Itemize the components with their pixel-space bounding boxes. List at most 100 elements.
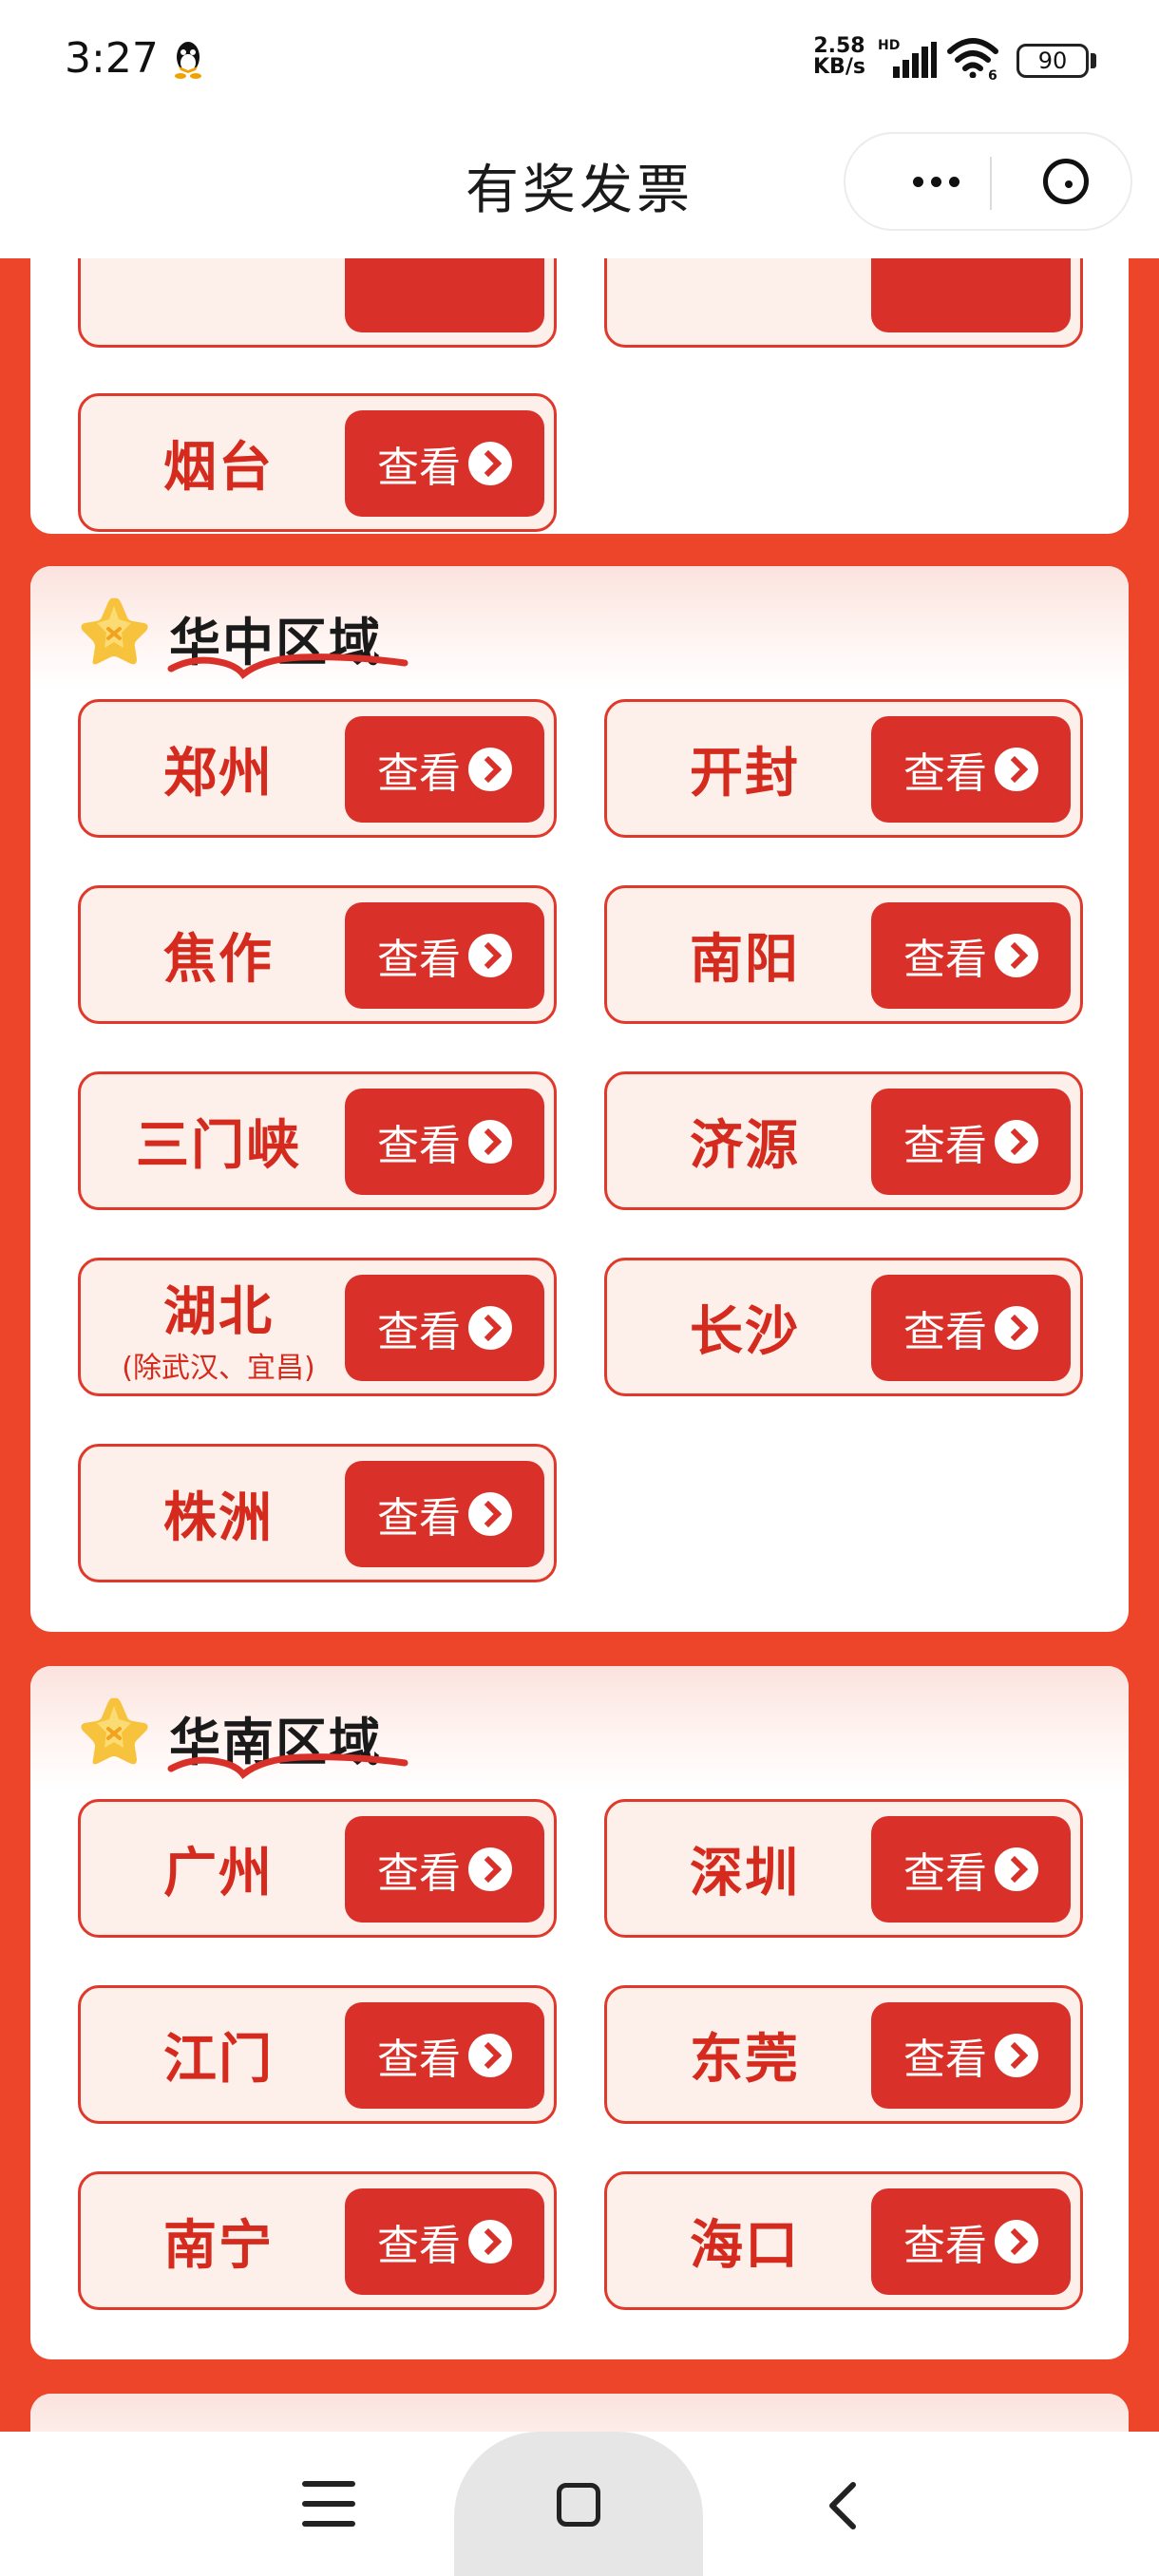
view-label: 查看 [377, 936, 461, 984]
view-button[interactable]: 查看 [345, 716, 544, 823]
more-dots-icon[interactable] [884, 134, 988, 229]
net-speed-value: 2.58 [813, 34, 865, 58]
city-button[interactable]: 南宁 查看 [78, 2171, 557, 2310]
city-name: 南阳 [690, 928, 800, 991]
view-button[interactable]: 查看 [345, 410, 544, 517]
city-button[interactable]: 烟台 查看 [78, 393, 557, 532]
net-speed-unit: KB/s [813, 55, 865, 79]
back-icon[interactable] [815, 2477, 872, 2534]
signal-icon [893, 42, 937, 78]
city-button[interactable]: 三门峡 查看 [78, 1071, 557, 1210]
view-button[interactable]: 查看 [345, 1816, 544, 1923]
chevron-right-circle-icon [468, 934, 512, 977]
chevron-right-circle-icon [995, 2220, 1038, 2263]
chevron-right-circle-icon [468, 2034, 512, 2077]
city-button[interactable]: 长沙 查看 [604, 1258, 1083, 1396]
capsule-divider [990, 157, 992, 210]
region-card-next [30, 2394, 1129, 2432]
city-name: 东莞 [690, 2028, 800, 2091]
battery-cap [1091, 53, 1096, 68]
view-button[interactable]: 查看 [345, 2002, 544, 2109]
mini-program-capsule [844, 132, 1132, 231]
view-button[interactable]: 查看 [871, 716, 1071, 823]
chevron-right-circle-icon [468, 1120, 512, 1164]
city-button[interactable]: 东莞 查看 [604, 1985, 1083, 2124]
menu-icon[interactable] [302, 2481, 355, 2527]
region-card-top: 烟台 查看 [30, 258, 1129, 534]
title-bar: 有奖发票 [0, 119, 1159, 258]
chevron-right-circle-icon [995, 748, 1038, 791]
city-name: 开封 [690, 742, 800, 805]
system-nav-bar [0, 2432, 1159, 2576]
chevron-right-circle-icon [995, 1306, 1038, 1350]
view-label: 查看 [903, 936, 987, 984]
view-button[interactable]: 查看 [871, 1816, 1071, 1923]
city-name: 江门 [163, 2028, 274, 2091]
net-speed: 2.58 KB/s [813, 36, 865, 78]
city-name: 济源 [690, 1114, 800, 1177]
view-label: 查看 [377, 444, 461, 492]
title-underline [167, 1753, 408, 1779]
star-icon [81, 1697, 148, 1765]
view-button-partial[interactable] [345, 258, 544, 332]
city-button[interactable]: 湖北 (除武汉、宜昌) 查看 [78, 1258, 557, 1396]
city-name: 湖北 (除武汉、宜昌) [122, 1280, 315, 1385]
content-area[interactable]: 烟台 查看 华中区域 郑州 查看 开封 查看 焦作 查看 南阳 查看 三门峡 查… [0, 258, 1159, 2432]
view-button[interactable]: 查看 [345, 902, 544, 1009]
view-button[interactable]: 查看 [871, 1275, 1071, 1381]
city-button[interactable]: 深圳 查看 [604, 1799, 1083, 1938]
view-button[interactable]: 查看 [871, 2002, 1071, 2109]
city-button[interactable]: 江门 查看 [78, 1985, 557, 2124]
view-label: 查看 [903, 1122, 987, 1170]
battery-icon: 90 [1016, 44, 1089, 78]
chevron-right-circle-icon [995, 1120, 1038, 1164]
view-label: 查看 [377, 1494, 461, 1543]
title-underline [167, 653, 408, 679]
star-icon [81, 597, 148, 665]
battery-level: 90 [1037, 47, 1068, 74]
view-label: 查看 [377, 2036, 461, 2084]
chevron-right-circle-icon [468, 442, 512, 485]
city-button[interactable]: 济源 查看 [604, 1071, 1083, 1210]
city-button[interactable]: 开封 查看 [604, 699, 1083, 838]
city-name: 三门峡 [136, 1114, 301, 1177]
view-button[interactable]: 查看 [345, 1275, 544, 1381]
view-label: 查看 [903, 2036, 987, 2084]
view-button[interactable]: 查看 [871, 2188, 1071, 2295]
region-card-central: 华中区域 郑州 查看 开封 查看 焦作 查看 南阳 查看 三门峡 查看 济源 查… [30, 566, 1129, 1632]
city-button-partial[interactable] [604, 258, 1083, 348]
city-name: 海口 [690, 2214, 800, 2277]
region-card-south: 华南区域 广州 查看 深圳 查看 江门 查看 东莞 查看 南宁 查看 海口 查看 [30, 1666, 1129, 2359]
view-button[interactable]: 查看 [345, 2188, 544, 2295]
city-name: 深圳 [690, 1842, 800, 1904]
city-button[interactable]: 广州 查看 [78, 1799, 557, 1938]
city-button[interactable]: 南阳 查看 [604, 885, 1083, 1024]
city-name: 南宁 [163, 2214, 274, 2277]
view-button[interactable]: 查看 [345, 1461, 544, 1567]
view-button[interactable]: 查看 [345, 1089, 544, 1195]
chevron-right-circle-icon [995, 2034, 1038, 2077]
status-bar: 3:27 2.58 KB/s HD 6 90 [0, 0, 1159, 119]
city-name: 焦作 [163, 928, 274, 991]
city-button[interactable]: 株洲 查看 [78, 1444, 557, 1582]
chevron-right-circle-icon [468, 1306, 512, 1350]
view-label: 查看 [903, 749, 987, 798]
close-circle-icon[interactable] [1043, 159, 1089, 204]
city-button[interactable]: 焦作 查看 [78, 885, 557, 1024]
wifi-sub-label: 6 [988, 68, 998, 84]
view-label: 查看 [903, 1849, 987, 1898]
city-button[interactable]: 郑州 查看 [78, 699, 557, 838]
view-button-partial[interactable] [871, 258, 1071, 332]
view-label: 查看 [377, 1122, 461, 1170]
city-button-partial[interactable] [78, 258, 557, 348]
chevron-right-circle-icon [468, 1847, 512, 1891]
view-label: 查看 [377, 1849, 461, 1898]
chevron-right-circle-icon [468, 2220, 512, 2263]
city-button[interactable]: 海口 查看 [604, 2171, 1083, 2310]
view-button[interactable]: 查看 [871, 902, 1071, 1009]
chevron-right-circle-icon [468, 748, 512, 791]
region-header-bg [30, 2394, 1129, 2432]
view-button[interactable]: 查看 [871, 1089, 1071, 1195]
chevron-right-circle-icon [995, 934, 1038, 977]
home-icon[interactable] [557, 2483, 600, 2527]
